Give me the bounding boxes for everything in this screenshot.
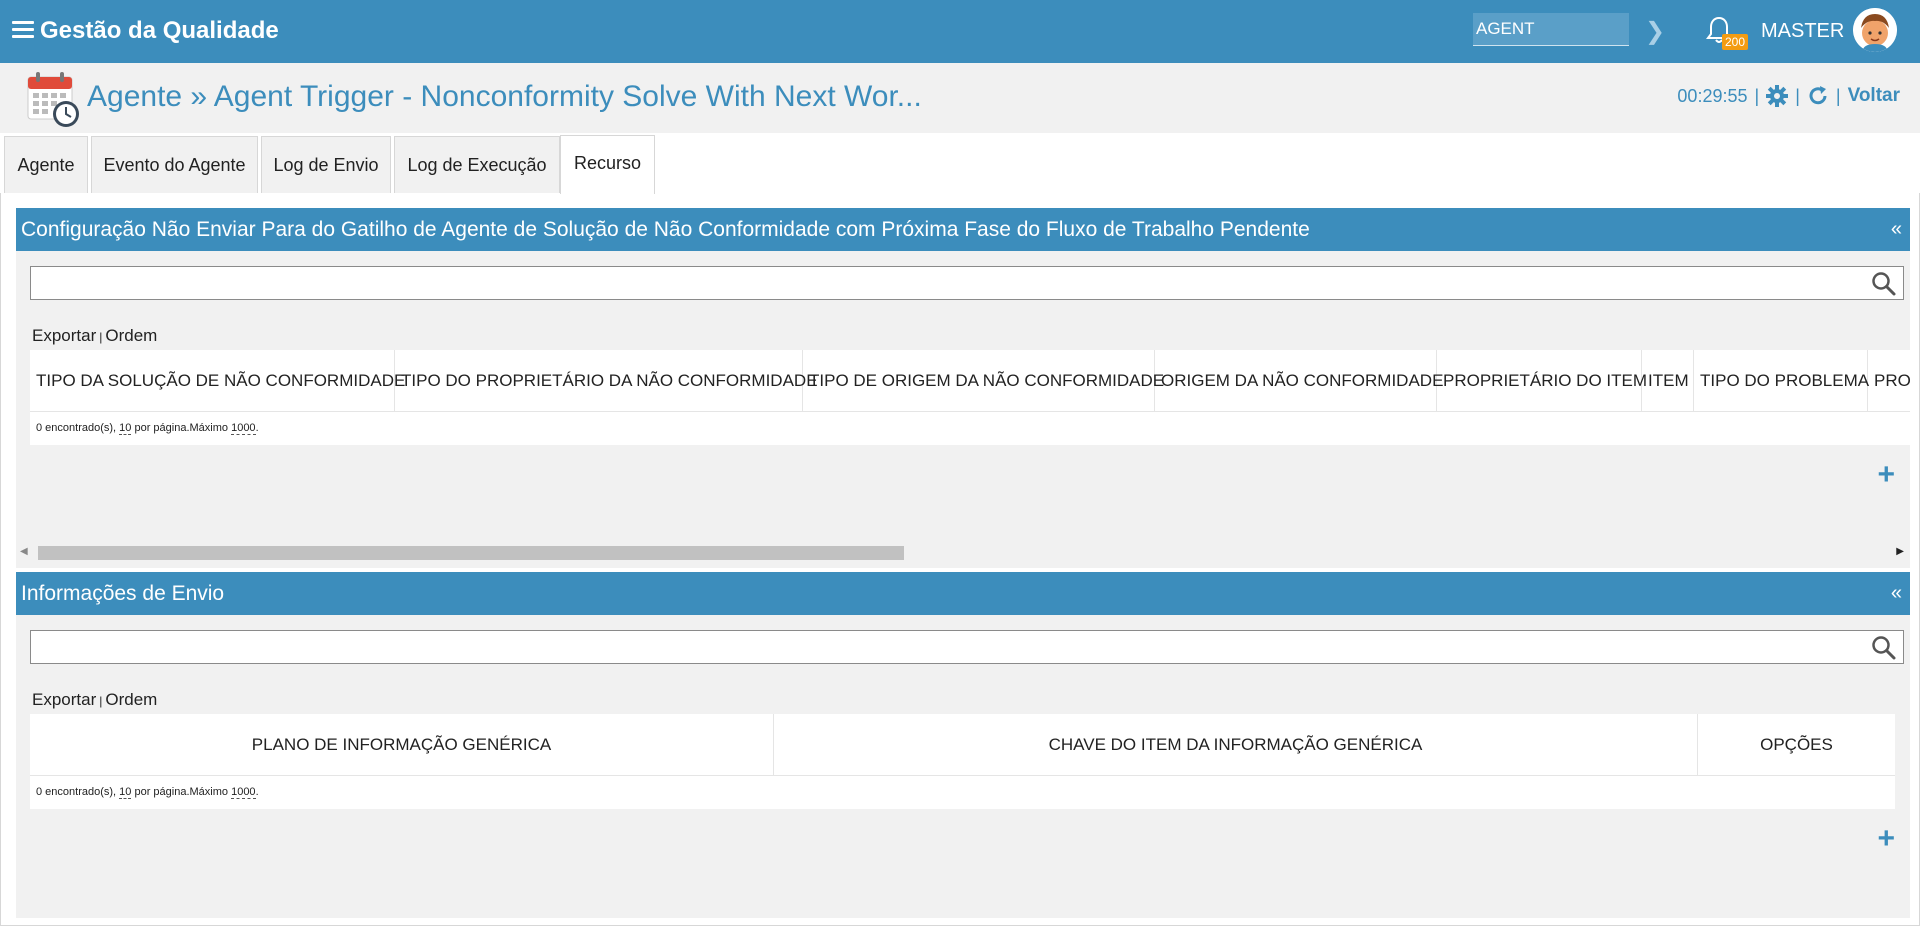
page-tools: 00:29:55 | | | Voltar (1677, 85, 1900, 107)
grid-header-row: PLANO DE INFORMAÇÃO GENÉRICA CHAVE DO IT… (30, 714, 1895, 776)
tab-log-de-execucao[interactable]: Log de Execução (394, 136, 560, 193)
panel-title: Informações de Envio (21, 582, 225, 605)
separator: | (99, 330, 103, 344)
session-timer: 00:29:55 (1677, 85, 1748, 106)
calendar-clock-icon (27, 72, 79, 127)
module-search-input[interactable] (1473, 13, 1629, 46)
chevron-right-icon[interactable]: ❯ (1645, 17, 1665, 46)
column-header[interactable]: ORIGEM DA NÃO CONFORMIDADE (1155, 350, 1443, 412)
column-header[interactable]: TIPO DE ORIGEM DA NÃO CONFORMIDADE (803, 350, 1164, 412)
export-link[interactable]: Exportar (32, 326, 96, 345)
separator: | (99, 694, 103, 708)
add-button[interactable]: + (1877, 460, 1895, 490)
top-navbar: Gestão da Qualidade ❯ 200 MASTER (0, 0, 1920, 63)
add-button[interactable]: + (1877, 824, 1895, 854)
avatar-face-icon (1853, 8, 1897, 52)
refresh-icon[interactable] (1807, 85, 1829, 107)
column-header[interactable]: TIPO DA SOLUÇÃO DE NÃO CONFORMIDADE (30, 350, 405, 412)
column-header[interactable]: CHAVE DO ITEM DA INFORMAÇÃO GENÉRICA (774, 714, 1698, 776)
found-count: 0 encontrado(s), (36, 422, 120, 434)
column-header[interactable]: TIPO DO PROBLEMA (1694, 350, 1869, 412)
grid-search-input[interactable] (31, 631, 1903, 663)
separator: | (1754, 85, 1760, 106)
hamburger-menu-icon[interactable] (12, 21, 34, 39)
column-header[interactable]: PROI (1868, 350, 1910, 412)
grid-search-field (30, 266, 1904, 300)
grid-actions: Exportar | Ordem (32, 326, 157, 346)
send-info-grid: PLANO DE INFORMAÇÃO GENÉRICA CHAVE DO IT… (30, 714, 1895, 809)
order-link[interactable]: Ordem (105, 690, 157, 709)
collapse-icon[interactable]: « (1891, 582, 1902, 605)
horizontal-scrollbar[interactable]: ◀ ▶ (16, 543, 1910, 560)
column-header[interactable]: PLANO DE INFORMAÇÃO GENÉRICA (30, 714, 774, 776)
grid-search-field (30, 630, 1904, 664)
search-icon[interactable] (1871, 635, 1897, 661)
panel-title: Configuração Não Enviar Para do Gatilho … (21, 218, 1310, 241)
config-panel-header[interactable]: Configuração Não Enviar Para do Gatilho … (16, 208, 1910, 251)
scroll-right-icon[interactable]: ▶ (1896, 546, 1904, 557)
per-page-value[interactable]: 10 (119, 786, 132, 799)
scroll-left-icon[interactable]: ◀ (20, 546, 28, 557)
per-page-text: por página.Máximo (131, 786, 232, 798)
app-title[interactable]: Gestão da Qualidade (40, 17, 279, 45)
column-header[interactable]: TIPO DO PROPRIETÁRIO DA NÃO CONFORMIDADE (395, 350, 818, 412)
notification-badge: 200 (1722, 34, 1749, 50)
tab-log-de-envio[interactable]: Log de Envio (261, 136, 391, 193)
column-header[interactable]: PROPRIETÁRIO DO ITEM (1437, 350, 1647, 412)
max-value[interactable]: 1000 (231, 422, 256, 435)
user-name[interactable]: MASTER (1761, 20, 1844, 43)
tab-bar: Agente Evento do Agente Log de Envio Log… (0, 133, 1920, 194)
send-info-panel: Informações de Envio « Exportar | Ordem PL… (16, 572, 1910, 918)
page-title: Agente » Agent Trigger - Nonconformity S… (87, 80, 922, 113)
column-header[interactable]: ITEM (1642, 350, 1694, 412)
footer-end: . (255, 422, 259, 434)
order-link[interactable]: Ordem (105, 326, 157, 345)
grid-header-row: TIPO DA SOLUÇÃO DE NÃO CONFORMIDADE TIPO… (30, 350, 1910, 412)
grid-search-input[interactable] (31, 267, 1903, 299)
max-value[interactable]: 1000 (231, 786, 256, 799)
grid-pagination-info: 0 encontrado(s), 10 por página.Máximo 10… (36, 422, 259, 435)
grid-actions: Exportar | Ordem (32, 690, 157, 710)
grid-pagination-info: 0 encontrado(s), 10 por página.Máximo 10… (36, 786, 259, 799)
collapse-icon[interactable]: « (1891, 218, 1902, 241)
tab-agente[interactable]: Agente (4, 136, 88, 193)
per-page-text: por página.Máximo (131, 422, 232, 434)
scrollbar-thumb[interactable] (38, 546, 904, 560)
search-icon[interactable] (1871, 271, 1897, 297)
found-count: 0 encontrado(s), (36, 786, 120, 798)
footer-end: . (255, 786, 259, 798)
page-header: Agente » Agent Trigger - Nonconformity S… (0, 63, 1920, 133)
separator: | (1835, 85, 1841, 106)
gear-icon[interactable] (1766, 85, 1789, 107)
config-grid: TIPO DA SOLUÇÃO DE NÃO CONFORMIDADE TIPO… (30, 350, 1910, 445)
per-page-value[interactable]: 10 (119, 422, 132, 435)
send-info-panel-header[interactable]: Informações de Envio « (16, 572, 1910, 615)
tab-content: Configuração Não Enviar Para do Gatilho … (0, 193, 1920, 926)
config-panel: Configuração Não Enviar Para do Gatilho … (16, 208, 1910, 568)
column-header[interactable]: OPÇÕES (1698, 714, 1895, 776)
tab-recurso[interactable]: Recurso (560, 135, 655, 194)
export-link[interactable]: Exportar (32, 690, 96, 709)
avatar[interactable] (1853, 8, 1897, 52)
tab-evento-do-agente[interactable]: Evento do Agente (91, 136, 258, 193)
back-link[interactable]: Voltar (1848, 85, 1900, 107)
separator: | (1795, 85, 1800, 106)
